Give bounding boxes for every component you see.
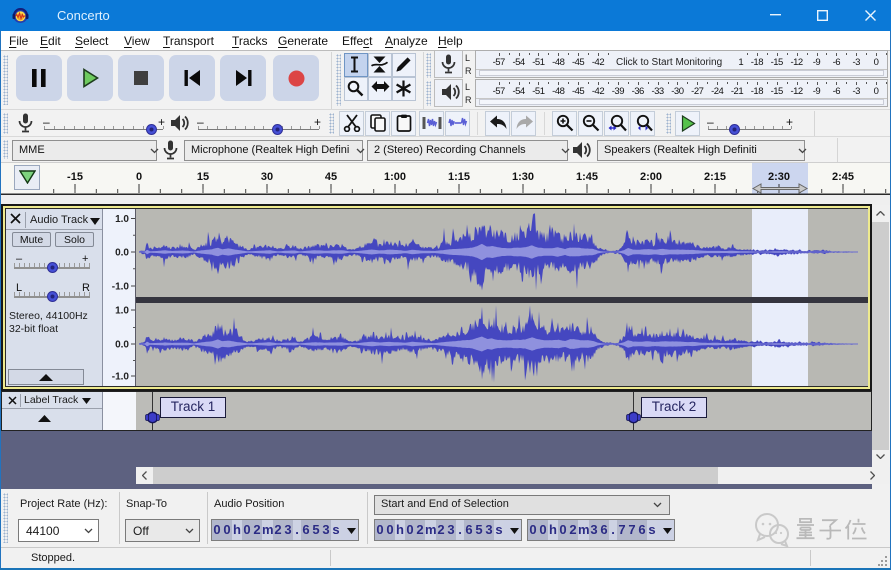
svg-text:-15: -15 [67,171,83,183]
svg-text:1:00: 1:00 [384,171,406,183]
svg-text:1.0: 1.0 [115,306,129,317]
svg-text:0.0: 0.0 [115,340,129,351]
svg-text:0: 0 [136,171,142,183]
svg-text:0.0: 0.0 [115,248,129,259]
svg-text:2:45: 2:45 [832,171,854,183]
svg-text:-1.0: -1.0 [112,282,130,293]
svg-text:15: 15 [197,171,209,183]
svg-text:30: 30 [261,171,273,183]
svg-text:1.0: 1.0 [115,214,129,225]
svg-text:45: 45 [325,171,337,183]
svg-text:1:30: 1:30 [512,171,534,183]
svg-text:2:00: 2:00 [640,171,662,183]
svg-text:-1.0: -1.0 [112,372,130,383]
svg-text:2:15: 2:15 [704,171,726,183]
svg-text:1:15: 1:15 [448,171,470,183]
svg-text:1:45: 1:45 [576,171,598,183]
svg-text:2:30: 2:30 [768,171,790,183]
